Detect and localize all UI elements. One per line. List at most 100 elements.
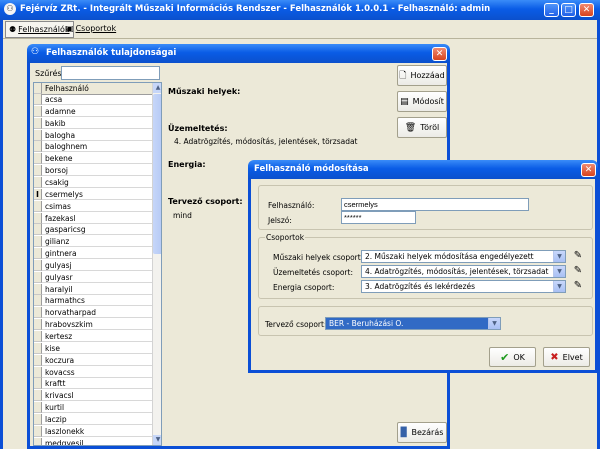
user-list-item[interactable]: koczura	[42, 355, 152, 366]
filter-input[interactable]	[61, 66, 160, 80]
close-button[interactable]: ▉ Bezárás	[397, 422, 447, 443]
user-list-item[interactable]: laszlonekk	[42, 426, 152, 437]
maximize-button[interactable]: □	[561, 3, 576, 17]
edit-energia-tool-icon[interactable]: ✎	[571, 279, 585, 293]
user-list-item[interactable]: gulyasr	[42, 272, 152, 283]
groups-tool-label: Csoportok	[75, 24, 117, 33]
user-list-item[interactable]: adamne	[42, 106, 152, 117]
row-selector[interactable]	[34, 307, 42, 319]
user-list-item[interactable]: gintnera	[42, 248, 152, 260]
main-title-bar[interactable]: ⚇ Fejérvíz ZRt. - Integrált Műszaki Info…	[0, 0, 600, 20]
props-window-title: Felhasználók tulajdonságai	[46, 48, 177, 58]
edit-dialog-title-bar[interactable]: Felhasználó módosítása ✕	[248, 160, 598, 179]
user-list-item[interactable]: medgyesil	[42, 438, 152, 445]
close-dialog-button[interactable]: ✕	[581, 163, 596, 177]
row-selector[interactable]	[34, 105, 42, 117]
chevron-down-icon[interactable]: ▼	[553, 266, 565, 277]
tervezo-group-select[interactable]: BER - Beruházási O. ▼	[325, 317, 501, 330]
user-list-item[interactable]: csimas	[42, 201, 152, 212]
row-selector[interactable]	[34, 129, 42, 141]
header-row-selector	[34, 83, 42, 94]
scroll-thumb[interactable]	[153, 94, 161, 254]
muszaki-section-title: Műszaki helyek:	[168, 87, 241, 96]
minimize-button[interactable]: _	[544, 3, 559, 17]
scroll-up-button[interactable]: ▲	[153, 83, 161, 93]
row-selector[interactable]	[34, 319, 42, 331]
row-selector[interactable]	[34, 413, 42, 425]
row-selector[interactable]	[34, 331, 42, 342]
uzem-group-label: Üzemeltetés csoport:	[273, 268, 353, 277]
row-selector[interactable]	[34, 295, 42, 307]
uzem-group-select[interactable]: 4. Adatrögzítés, módosítás, jelentések, …	[361, 265, 566, 278]
edit-uzem-tool-icon[interactable]: ✎	[571, 264, 585, 278]
user-list-item[interactable]: gasparicsg	[42, 224, 152, 236]
row-selector[interactable]	[34, 425, 42, 437]
user-list-item[interactable]: haralyil	[42, 284, 152, 295]
row-selector[interactable]	[34, 236, 42, 248]
chevron-down-icon[interactable]: ▼	[488, 318, 500, 329]
user-list-item[interactable]: gulyasj	[42, 260, 152, 271]
row-selector[interactable]	[34, 378, 42, 390]
row-selector[interactable]	[34, 437, 42, 445]
close-main-button[interactable]: ✕	[579, 3, 594, 17]
user-list-item[interactable]: csakig	[42, 177, 152, 188]
close-props-button[interactable]: ✕	[432, 47, 447, 61]
row-selector[interactable]	[34, 176, 42, 188]
delete-button[interactable]: 🗑 Töröl	[397, 117, 447, 138]
user-list-item[interactable]: kraftt	[42, 378, 152, 390]
user-list-item[interactable]: csermelys	[42, 189, 152, 200]
row-selector[interactable]	[34, 200, 42, 212]
row-selector[interactable]	[34, 248, 42, 260]
row-selector[interactable]	[34, 141, 42, 153]
row-selector[interactable]: I	[34, 188, 42, 200]
row-selector[interactable]	[34, 212, 42, 224]
row-selector[interactable]	[34, 342, 42, 354]
row-selector[interactable]	[34, 117, 42, 129]
ok-button[interactable]: ✔ OK	[489, 347, 536, 367]
row-selector[interactable]	[34, 283, 42, 295]
props-title-bar[interactable]: ⚇ Felhasználók tulajdonságai ✕	[27, 44, 450, 63]
row-selector[interactable]	[34, 224, 42, 236]
energia-section-title: Energia:	[168, 160, 206, 169]
row-selector[interactable]	[34, 390, 42, 402]
user-list-item[interactable]: kertesz	[42, 331, 152, 342]
row-selector[interactable]	[34, 259, 42, 271]
scroll-down-button[interactable]: ▼	[153, 435, 161, 445]
chevron-down-icon[interactable]: ▼	[553, 251, 565, 262]
muszaki-group-select[interactable]: 2. Műszaki helyek módosítása engedélyeze…	[361, 250, 566, 263]
user-list-item[interactable]: krivacsl	[42, 390, 152, 402]
row-selector[interactable]	[34, 366, 42, 378]
groups-tool-button[interactable]: ▣ Csoportok	[63, 21, 119, 36]
chevron-down-icon[interactable]: ▼	[553, 281, 565, 292]
row-selector[interactable]	[34, 94, 42, 105]
user-list-item[interactable]: harmathcs	[42, 295, 152, 307]
user-list-item[interactable]: gilianz	[42, 236, 152, 248]
user-list-item[interactable]: baloghnem	[42, 141, 152, 153]
add-button[interactable]: 🗋 Hozzáad	[397, 65, 447, 86]
row-selector[interactable]	[34, 153, 42, 165]
user-list-item[interactable]: laczip	[42, 414, 152, 425]
user-list-item[interactable]: kovacss	[42, 367, 152, 378]
cancel-button[interactable]: ✖ Elvet	[543, 347, 590, 367]
energia-group-select[interactable]: 3. Adatrögzítés és lekérdezés ▼	[361, 280, 566, 293]
user-list-item[interactable]: kurtil	[42, 402, 152, 414]
user-list-item[interactable]: kise	[42, 343, 152, 354]
password-field[interactable]	[341, 211, 416, 224]
user-list-item[interactable]: fazekasl	[42, 213, 152, 224]
user-list-item[interactable]: hrabovszkim	[42, 319, 152, 331]
row-selector[interactable]	[34, 271, 42, 283]
edit-muszaki-tool-icon[interactable]: ✎	[571, 249, 585, 263]
list-scrollbar[interactable]: ▲ ▼	[152, 83, 161, 445]
username-field[interactable]	[341, 198, 529, 211]
user-list-item[interactable]: borsoj	[42, 165, 152, 177]
user-list-item[interactable]: bekene	[42, 153, 152, 165]
user-list[interactable]: Felhasználó acsa adamne bakib balogha balogh…	[33, 82, 162, 446]
user-list-item[interactable]: horvatharpad	[42, 307, 152, 319]
user-list-item[interactable]: bakib	[42, 118, 152, 129]
user-list-item[interactable]: balogha	[42, 130, 152, 141]
row-selector[interactable]	[34, 165, 42, 177]
edit-button[interactable]: ▤ Módosít	[397, 91, 447, 112]
row-selector[interactable]	[34, 402, 42, 414]
user-list-item[interactable]: acsa	[42, 94, 152, 105]
row-selector[interactable]	[34, 354, 42, 366]
